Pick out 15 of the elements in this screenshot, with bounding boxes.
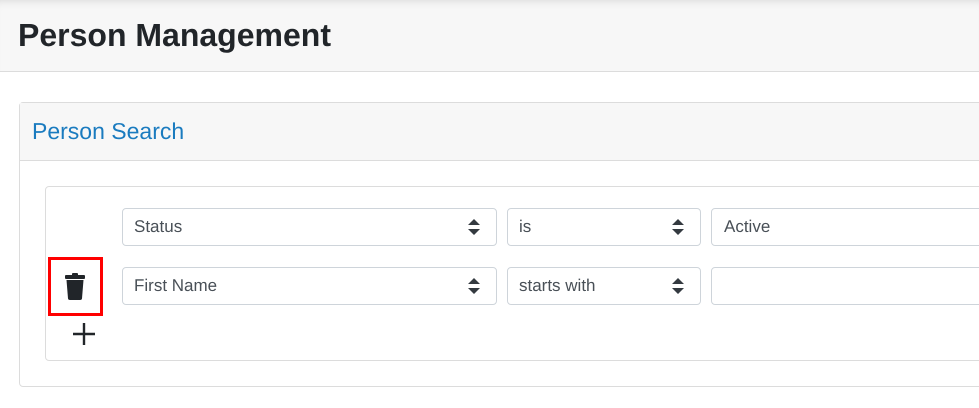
sort-arrows-icon [672, 278, 684, 294]
sort-arrows-icon [468, 278, 480, 294]
value-field[interactable]: Active [711, 208, 979, 246]
card-title: Person Search [32, 118, 184, 145]
trash-icon [65, 272, 85, 300]
delete-button[interactable] [48, 256, 102, 316]
add-button[interactable] [72, 322, 96, 346]
operator-select[interactable]: is [507, 208, 701, 246]
operator-select[interactable]: starts with [507, 267, 701, 305]
field-select[interactable]: First Name [122, 267, 497, 305]
plus-icon [72, 322, 96, 346]
page-title: Person Management [18, 17, 331, 54]
sort-arrows-icon [672, 219, 684, 235]
sort-arrows-icon [468, 219, 480, 235]
field-select[interactable]: Status [122, 208, 497, 246]
